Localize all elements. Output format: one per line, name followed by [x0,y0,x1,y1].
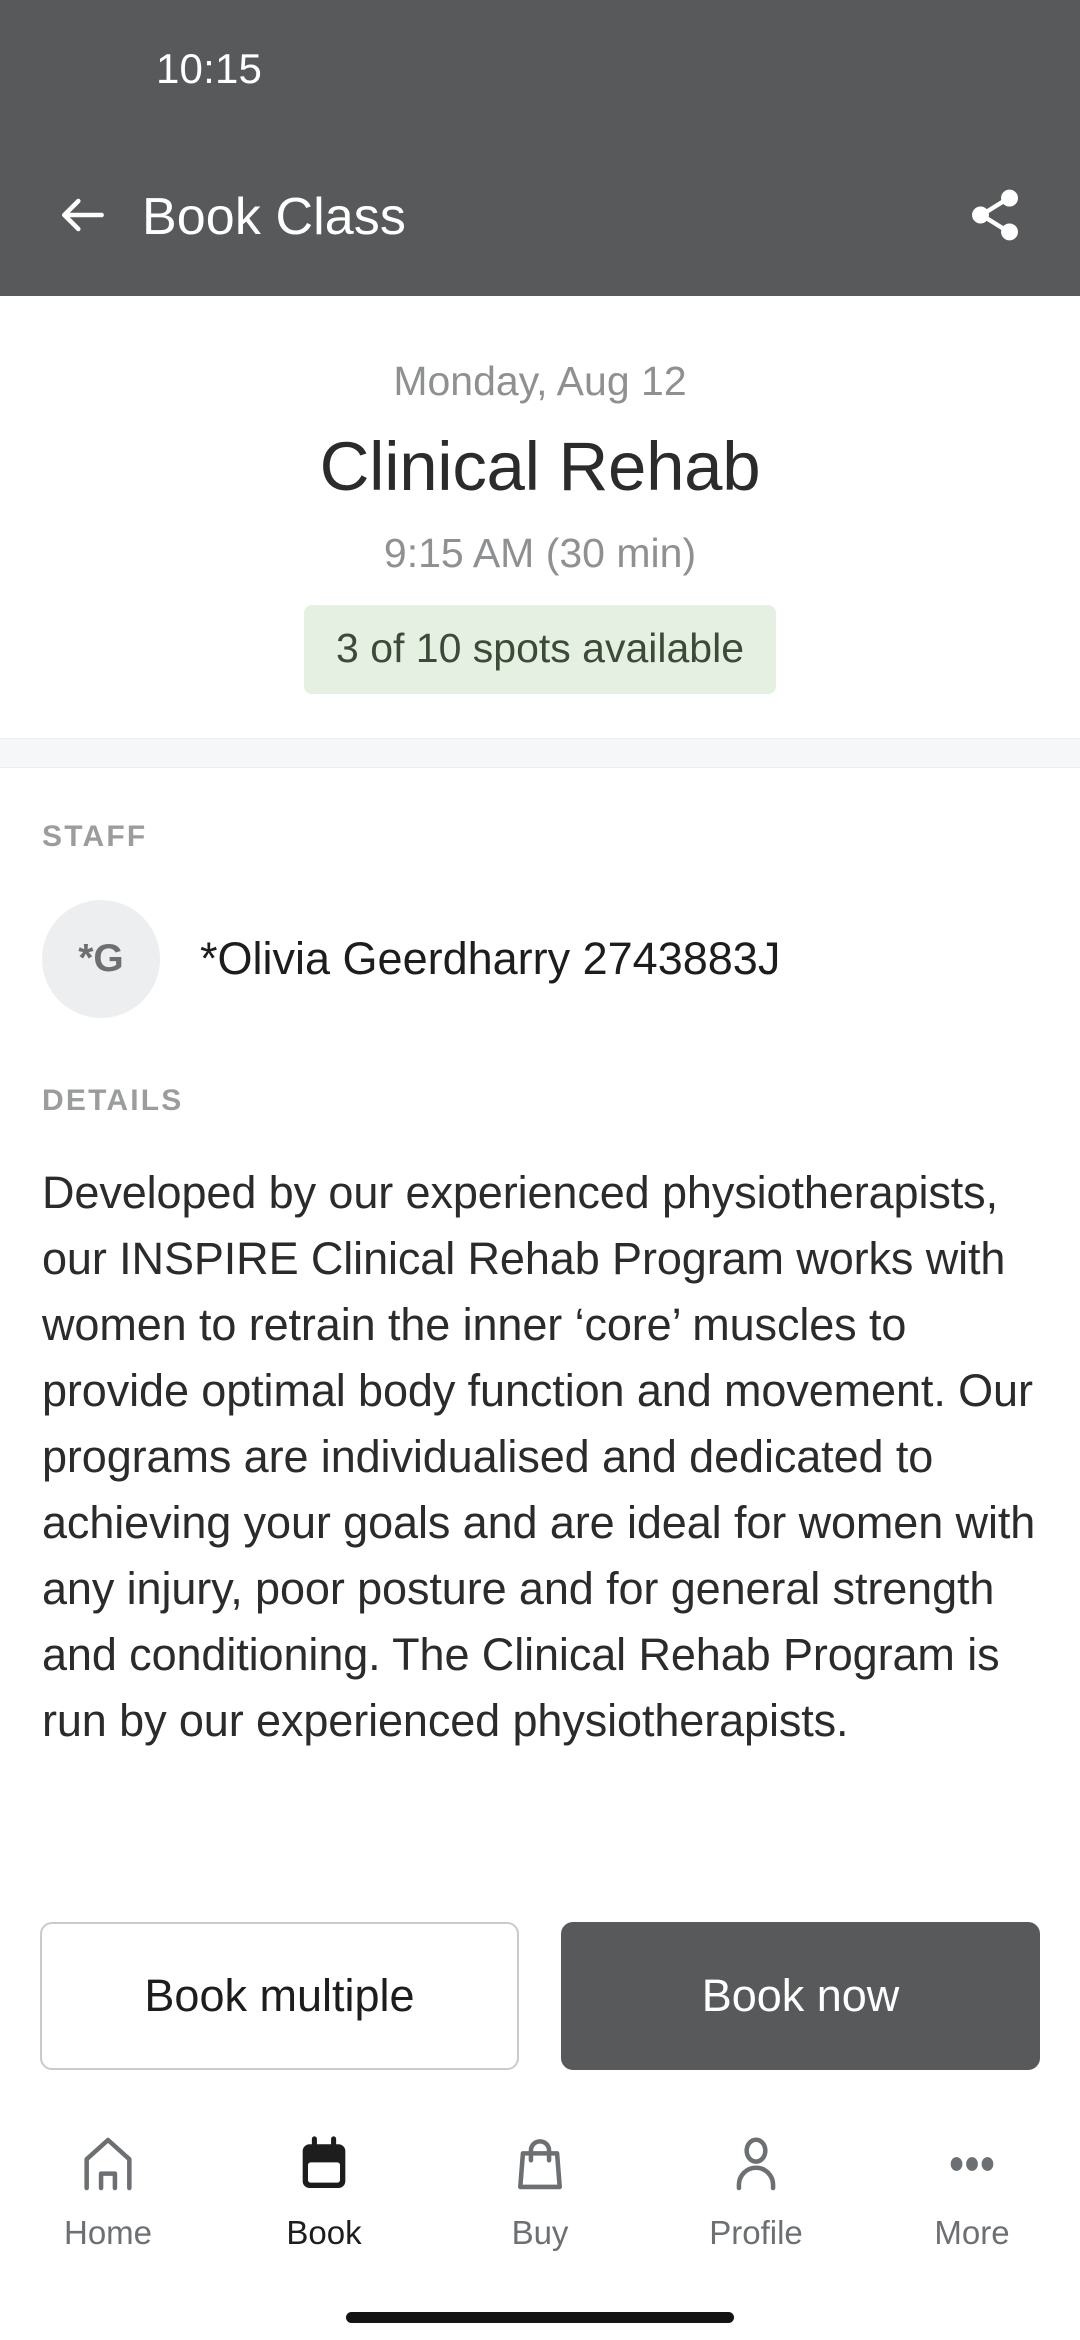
calendar-icon [292,2128,356,2200]
nav-label-buy: Buy [511,2214,569,2251]
nav-label-home: Home [63,2214,153,2251]
ellipsis-icon [940,2128,1004,2200]
book-multiple-button[interactable]: Book multiple [40,1922,519,2070]
section-divider [0,738,1080,768]
share-button[interactable] [958,180,1032,254]
details-section-label: DETAILS [42,1084,184,1117]
nav-item-profile[interactable]: Profile [648,2128,864,2252]
nav-label-book: Book [286,2214,362,2251]
app-bar: Book Class [0,138,1080,296]
details-body: Developed by our experienced physiothera… [42,1167,1036,1746]
staff-name: *Olivia Geerdharry 2743883J [200,933,781,984]
avatar: *G [42,900,160,1018]
staff-row[interactable]: *G *Olivia Geerdharry 2743883J [42,900,1038,1018]
app-screen: 10:15 Book Class Monday, Aug 12 Clinical… [0,0,1080,2340]
nav-item-more[interactable]: More [864,2128,1080,2252]
back-button[interactable] [46,180,120,254]
class-summary: Monday, Aug 12 Clinical Rehab 9:15 AM (3… [0,296,1080,738]
class-name: Clinical Rehab [319,428,761,505]
class-time: 9:15 AM (30 min) [383,530,697,576]
nav-item-book[interactable]: Book [216,2128,432,2252]
details-block: STAFF *G *Olivia Geerdharry 2743883J DET… [0,820,1080,1754]
bag-icon [508,2128,572,2200]
nav-label-more: More [934,2214,1010,2251]
status-bar: 10:15 [0,0,1080,138]
nav-label-profile: Profile [709,2214,803,2251]
status-bar-clock: 10:15 [156,45,263,92]
class-date: Monday, Aug 12 [393,358,687,404]
home-indicator[interactable] [346,2311,734,2323]
status-badge: 3 of 10 spots available [304,605,776,694]
home-icon [76,2128,140,2200]
share-icon [966,186,1024,249]
nav-item-buy[interactable]: Buy [432,2128,648,2252]
cta-bar: Book multiple Book now [0,1886,1080,2104]
book-now-button[interactable]: Book now [561,1922,1040,2070]
page-title: Book Class [142,188,406,246]
person-icon [724,2128,788,2200]
staff-section-label: STAFF [42,820,148,853]
bottom-navigation: Home Book Buy Profile More [0,2104,1080,2294]
nav-item-home[interactable]: Home [0,2128,216,2252]
scroll-content[interactable]: Monday, Aug 12 Clinical Rehab 9:15 AM (3… [0,296,1080,2104]
arrow-left-icon [55,187,111,248]
home-indicator-area [0,2294,1080,2340]
